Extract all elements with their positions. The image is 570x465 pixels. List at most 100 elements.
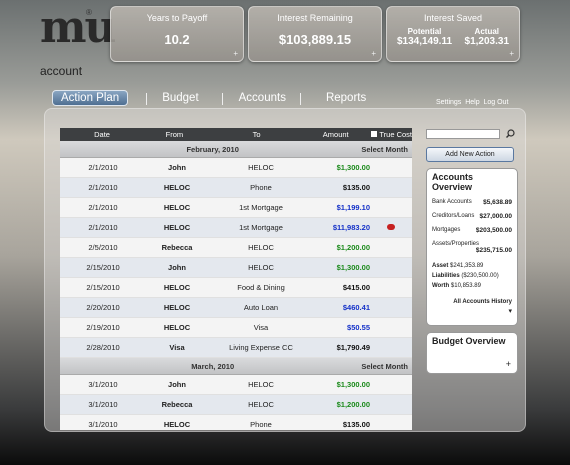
table-row[interactable]: 2/15/2010 John HELOC $1,300.00: [60, 258, 412, 278]
row-date: 3/1/2010: [88, 420, 118, 429]
asset-label: Asset: [432, 262, 449, 269]
expand-icon[interactable]: +: [509, 49, 514, 58]
expand-icon[interactable]: +: [371, 49, 376, 58]
summary-asset: Asset $241,353.89: [432, 261, 512, 271]
add-new-action-button[interactable]: Add New Action: [426, 146, 514, 162]
expand-icon[interactable]: ▾: [432, 307, 512, 315]
settings-link[interactable]: Settings: [436, 99, 461, 106]
summary-liabilities: Liabilities ($230,500.00): [432, 271, 512, 281]
registered-mark: ®: [86, 8, 92, 17]
potential-label: Potential: [407, 27, 442, 36]
month-header: February, 2010 Select Month: [60, 141, 412, 158]
row-amount: $135.00: [342, 183, 370, 192]
years-to-payoff-card[interactable]: Years to Payoff 10.2 +: [110, 6, 244, 62]
tab-reports[interactable]: Reports: [320, 92, 372, 104]
account-row[interactable]: Bank Accounts $5,638.89: [432, 199, 512, 206]
potential-value: $134,149.11: [396, 36, 453, 47]
table-header: Date From To Amount True Cost: [60, 128, 412, 141]
row-from: John: [168, 163, 186, 172]
row-amount: $1,200.00: [336, 243, 370, 252]
row-to: Living Expense CC: [229, 343, 293, 352]
row-from: John: [168, 380, 186, 389]
row-from: HELOC: [163, 203, 191, 212]
col-to[interactable]: To: [205, 130, 309, 139]
interest-saved-title: Interest Saved: [423, 13, 483, 23]
row-from: HELOC: [163, 303, 191, 312]
table-row[interactable]: 2/1/2010 HELOC Phone $135.00: [60, 178, 412, 198]
row-date: 2/5/2010: [88, 243, 118, 252]
account-row[interactable]: Mortgages $203,500.00: [432, 227, 512, 234]
row-amount: $415.00: [342, 283, 370, 292]
alert-icon[interactable]: [387, 224, 395, 230]
all-accounts-history-link[interactable]: All Accounts History: [432, 297, 512, 307]
summary-worth: Worth $10,853.89: [432, 281, 512, 291]
row-from: Visa: [169, 343, 185, 352]
row-to: Auto Loan: [243, 303, 279, 312]
table-row[interactable]: 3/1/2010 Rebecca HELOC $1,200.00: [60, 395, 412, 415]
month-rows: 3/1/2010 John HELOC $1,300.00 3/1/2010 Rebecc…: [60, 375, 412, 430]
search-icon[interactable]: [505, 129, 515, 139]
row-to: HELOC: [248, 400, 274, 409]
row-date: 2/20/2010: [86, 303, 120, 312]
interest-remaining-card[interactable]: Interest Remaining $103,889.15 +: [248, 6, 382, 62]
table-body: February, 2010 Select Month 2/1/2010 John HE…: [60, 141, 412, 430]
tab-accounts[interactable]: Accounts: [233, 92, 292, 104]
account-row[interactable]: Assets/Properties $235,715.00: [432, 241, 512, 254]
row-to: HELOC: [248, 243, 274, 252]
table-row[interactable]: 2/1/2010 John HELOC $1,300.00: [60, 158, 412, 178]
select-month-button[interactable]: Select Month: [361, 362, 408, 371]
tab-divider: [146, 93, 147, 105]
logout-link[interactable]: Log Out: [483, 99, 508, 106]
table-row[interactable]: 2/28/2010 Visa Living Expense CC $1,790.49: [60, 338, 412, 358]
search-input[interactable]: [426, 128, 500, 139]
help-link[interactable]: Help: [465, 99, 479, 106]
col-amount[interactable]: Amount: [308, 130, 363, 139]
row-from: HELOC: [163, 183, 191, 192]
table-row[interactable]: 3/1/2010 HELOC Phone $135.00: [60, 415, 412, 430]
expand-icon[interactable]: +: [506, 359, 511, 369]
logo-word: account: [40, 64, 83, 78]
table-row[interactable]: 2/20/2010 HELOC Auto Loan $460.41: [60, 298, 412, 318]
years-to-payoff-title: Years to Payoff: [146, 13, 208, 23]
asset-value: $241,353.89: [450, 262, 484, 269]
table-row[interactable]: 2/1/2010 HELOC 1st Mortgage $11,983.20: [60, 218, 412, 238]
budget-overview-box[interactable]: Budget Overview +: [426, 331, 518, 374]
expand-icon[interactable]: +: [233, 49, 238, 58]
row-date: 2/1/2010: [88, 223, 118, 232]
actual-label: Actual: [474, 27, 499, 36]
row-date: 2/19/2010: [86, 323, 120, 332]
row-from: Rebecca: [161, 243, 193, 252]
worth-value: $10,853.89: [450, 282, 481, 289]
row-to: Phone: [250, 183, 272, 192]
row-amount: $1,300.00: [336, 263, 370, 272]
row-date: 2/15/2010: [86, 263, 120, 272]
header-links: Settings Help Log Out: [436, 99, 508, 106]
row-to: Visa: [253, 323, 269, 332]
table-row[interactable]: 2/19/2010 HELOC Visa $50.55: [60, 318, 412, 338]
account-value: $235,715.00: [475, 246, 512, 254]
table-row[interactable]: 2/15/2010 HELOC Food & Dining $415.00: [60, 278, 412, 298]
table-row[interactable]: 3/1/2010 John HELOC $1,300.00: [60, 375, 412, 395]
interest-saved-card[interactable]: Interest Saved Potential $134,149.11 Actu…: [386, 6, 520, 62]
true-cost-toggle[interactable]: True Cost: [363, 130, 412, 139]
budget-overview-title: Budget Overview: [432, 335, 506, 346]
row-to: HELOC: [248, 163, 274, 172]
row-date: 3/1/2010: [88, 380, 118, 389]
account-value: $27,000.00: [479, 212, 512, 220]
actual-block: Actual $1,203.31: [465, 27, 510, 47]
true-cost-checkbox[interactable]: [371, 131, 378, 137]
row-from: John: [168, 263, 186, 272]
table-row[interactable]: 2/5/2010 Rebecca HELOC $1,200.00: [60, 238, 412, 258]
actual-value: $1,203.31: [464, 36, 510, 47]
potential-block: Potential $134,149.11: [397, 27, 452, 47]
sidebar: Add New Action Accounts Overview Bank Ac…: [426, 128, 518, 374]
row-to: Phone: [250, 420, 272, 429]
tab-action-plan[interactable]: Action Plan: [52, 90, 129, 106]
col-date[interactable]: Date: [60, 130, 144, 139]
table-row[interactable]: 2/1/2010 HELOC 1st Mortgage $1,199.10: [60, 198, 412, 218]
col-from[interactable]: From: [144, 130, 205, 139]
main-tabs: Action Plan Budget Accounts Reports: [52, 88, 400, 108]
select-month-button[interactable]: Select Month: [361, 145, 408, 154]
account-row[interactable]: Creditors/Loans $27,000.00: [432, 213, 512, 220]
tab-budget[interactable]: Budget: [156, 92, 204, 104]
